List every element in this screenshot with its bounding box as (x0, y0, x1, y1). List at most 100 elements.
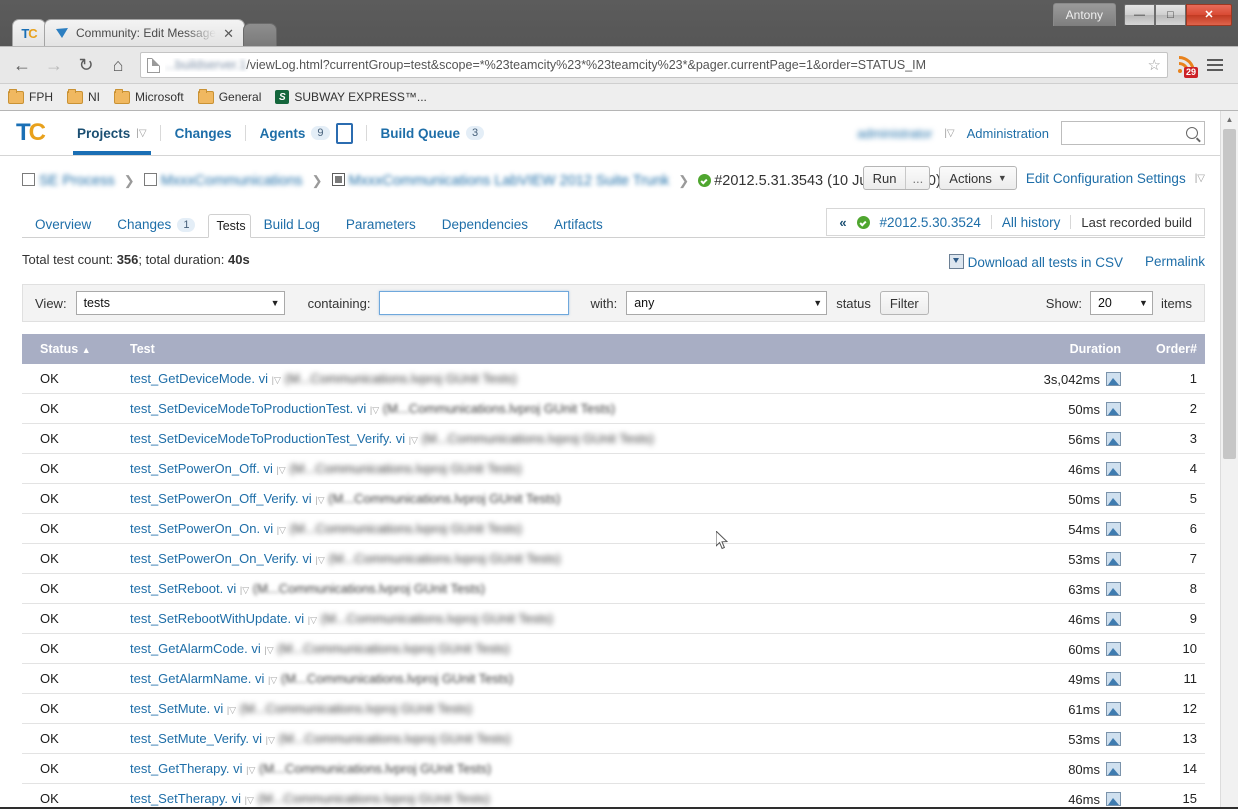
reload-icon[interactable]: ↻ (72, 52, 100, 78)
nav-item-agents[interactable]: Agents 9 (246, 111, 367, 155)
minimize-button[interactable]: — (1124, 3, 1155, 26)
duration-chart-icon[interactable] (1106, 492, 1121, 506)
table-row[interactable]: OK test_GetAlarmCode. vi |▽ (M...Communic… (22, 633, 1205, 664)
table-row[interactable]: OK test_SetDeviceModeToProductionTest. vi… (22, 393, 1205, 424)
breadcrumb-build-config[interactable]: MxxxCommunications LabVIEW 2012 Suite Tr… (349, 173, 670, 189)
breadcrumb-project-2[interactable]: MxxxCommunications (161, 173, 303, 189)
run-button[interactable]: Run ... (862, 166, 931, 190)
test-name-link[interactable]: test_SetPowerOn_Off. (130, 461, 260, 476)
table-row[interactable]: OK test_SetMute. vi |▽ (M...Communication… (22, 693, 1205, 724)
view-select[interactable]: tests ▼ (75, 291, 285, 315)
page-info-icon[interactable] (147, 57, 160, 73)
table-row[interactable]: OK test_SetPowerOn_On. vi |▽ (M...Communi… (22, 513, 1205, 544)
duration-chart-icon[interactable] (1106, 792, 1121, 806)
close-button[interactable]: ✕ (1186, 3, 1232, 26)
chevron-down-icon[interactable]: |▽ (266, 735, 275, 745)
duration-chart-icon[interactable] (1106, 582, 1121, 596)
duration-chart-icon[interactable] (1106, 372, 1121, 386)
nav-item-changes[interactable]: Changes (161, 111, 246, 155)
table-row[interactable]: OK test_SetPowerOn_Off_Verify. vi |▽ (M..… (22, 483, 1205, 514)
permalink-link[interactable]: Permalink (1145, 254, 1205, 269)
browser-tab-teamcity[interactable]: TC (12, 19, 46, 46)
duration-chart-icon[interactable] (1106, 642, 1121, 656)
user-menu-chevron-icon[interactable]: |▽ (944, 128, 954, 139)
filter-button[interactable]: Filter (879, 291, 929, 315)
close-tab-icon[interactable]: ✕ (223, 27, 234, 40)
actions-button[interactable]: Actions ▼ (939, 166, 1017, 190)
page-scrollbar[interactable]: ▲ (1220, 111, 1238, 807)
maximize-button[interactable]: □ (1155, 3, 1186, 26)
chevron-down-icon[interactable]: |▽ (315, 495, 324, 505)
run-options-icon[interactable]: ... (905, 167, 929, 189)
back-icon[interactable]: ← (8, 52, 36, 78)
table-row[interactable]: OK test_SetTherapy. vi |▽ (M...Communicat… (22, 783, 1205, 807)
tab-overview[interactable]: Overview (22, 211, 104, 238)
previous-build-link[interactable]: #2012.5.30.3524 (880, 215, 981, 230)
chevron-down-icon[interactable]: |▽ (308, 615, 317, 625)
test-name-link[interactable]: test_SetDeviceModeToProductionTest. (130, 401, 353, 416)
tab-build-log[interactable]: Build Log (251, 211, 333, 238)
chevron-down-icon[interactable]: |▽ (315, 555, 324, 565)
test-name-link[interactable]: test_SetMute. (130, 701, 210, 716)
teamcity-logo-icon[interactable]: T C (16, 119, 46, 147)
test-name-link[interactable]: test_GetAlarmCode. (130, 641, 248, 656)
chevron-down-icon[interactable]: |▽ (277, 525, 286, 535)
breadcrumb-project-1[interactable]: SE Process (39, 173, 115, 189)
address-bar[interactable]: ...buildserver.1/viewLog.html?currentGro… (140, 52, 1168, 78)
new-tab-button[interactable] (242, 23, 277, 46)
column-header-status[interactable]: Status ▲ (22, 334, 122, 364)
duration-chart-icon[interactable] (1106, 762, 1121, 776)
scrollbar-thumb[interactable] (1223, 129, 1236, 459)
test-name-link[interactable]: test_SetPowerOn_On. (130, 521, 260, 536)
bookmark-general[interactable]: General (197, 88, 261, 104)
table-row[interactable]: OK test_SetReboot. vi |▽ (M...Communicati… (22, 573, 1205, 604)
chevron-down-icon[interactable]: |▽ (264, 645, 273, 655)
previous-build-arrow-icon[interactable]: « (839, 215, 846, 230)
containing-input[interactable] (379, 291, 570, 315)
home-icon[interactable]: ⌂ (104, 52, 132, 78)
edit-menu-chevron-icon[interactable]: |▽ (1195, 173, 1205, 184)
table-row[interactable]: OK test_GetDeviceMode. vi |▽ (M...Communi… (22, 364, 1205, 394)
duration-chart-icon[interactable] (1106, 732, 1121, 746)
test-name-link[interactable]: test_SetReboot. (130, 581, 223, 596)
column-header-test[interactable]: Test (122, 334, 993, 364)
chevron-down-icon[interactable]: |▽ (276, 465, 285, 475)
administration-link[interactable]: Administration (967, 126, 1049, 141)
download-csv-link[interactable]: Download all tests in CSV (948, 252, 1123, 270)
table-row[interactable]: OK test_SetPowerOn_On_Verify. vi |▽ (M...… (22, 543, 1205, 574)
show-count-select[interactable]: 20 ▼ (1089, 291, 1153, 315)
tab-artifacts[interactable]: Artifacts (541, 211, 616, 238)
column-header-order[interactable]: Order# (1129, 334, 1205, 364)
duration-chart-icon[interactable] (1106, 402, 1121, 416)
tab-parameters[interactable]: Parameters (333, 211, 429, 238)
chevron-down-icon[interactable]: |▽ (136, 128, 146, 139)
rss-extension-icon[interactable]: 29 (1176, 55, 1198, 78)
test-name-link[interactable]: test_GetAlarmName. (130, 671, 251, 686)
test-name-link[interactable]: test_SetDeviceModeToProductionTest_Verif… (130, 431, 392, 446)
search-input[interactable] (1061, 121, 1205, 145)
nav-item-projects[interactable]: Projects |▽ (63, 111, 161, 155)
chevron-down-icon[interactable]: |▽ (240, 585, 249, 595)
chevron-down-icon[interactable]: |▽ (268, 675, 277, 685)
browser-tab-community[interactable]: Community: Edit Message ✕ (44, 19, 245, 46)
table-row[interactable]: OK test_SetDeviceModeToProductionTest_Ver… (22, 423, 1205, 454)
column-header-duration[interactable]: Duration (993, 334, 1129, 364)
duration-chart-icon[interactable] (1106, 612, 1121, 626)
chevron-down-icon[interactable]: |▽ (272, 375, 281, 385)
chevron-down-icon[interactable]: |▽ (227, 705, 236, 715)
duration-chart-icon[interactable] (1106, 462, 1121, 476)
chevron-down-icon[interactable]: |▽ (409, 435, 418, 445)
duration-chart-icon[interactable] (1106, 522, 1121, 536)
test-name-link[interactable]: test_SetTherapy. (130, 791, 228, 806)
current-user-label[interactable]: administrator (857, 126, 932, 141)
chevron-down-icon[interactable]: |▽ (370, 405, 379, 415)
bookmark-microsoft[interactable]: Microsoft (114, 88, 184, 104)
edit-configuration-settings-link[interactable]: Edit Configuration Settings (1026, 171, 1186, 186)
all-history-link[interactable]: All history (1002, 215, 1061, 230)
status-select[interactable]: any ▼ (626, 291, 828, 315)
bookmark-subway[interactable]: S SUBWAY EXPRESS™... (275, 90, 427, 104)
bookmark-star-icon[interactable]: ☆ (1148, 56, 1161, 74)
test-name-link[interactable]: test_SetPowerOn_On_Verify. (130, 551, 299, 566)
test-name-link[interactable]: test_SetPowerOn_Off_Verify. (130, 491, 299, 506)
user-profile-button[interactable]: Antony (1052, 3, 1116, 26)
